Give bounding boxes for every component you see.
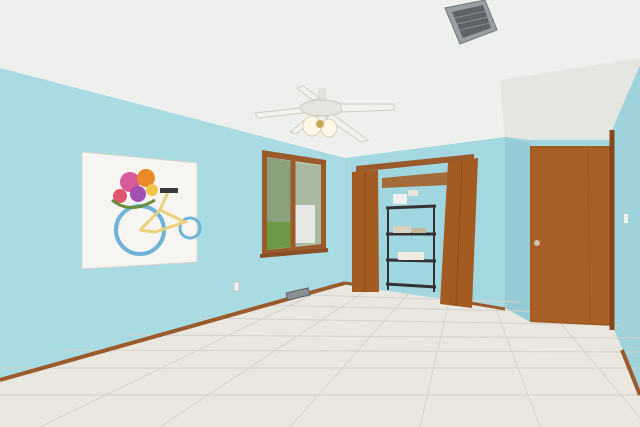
door-wall-recess — [505, 137, 530, 322]
room-photo — [0, 0, 640, 427]
wall-outlet — [233, 281, 240, 292]
closet-with-shelf — [352, 154, 478, 308]
bicycle-flower-painting — [81, 151, 202, 270]
right-wall-outlet — [624, 214, 628, 223]
window — [259, 150, 329, 258]
interior-door — [530, 130, 615, 330]
